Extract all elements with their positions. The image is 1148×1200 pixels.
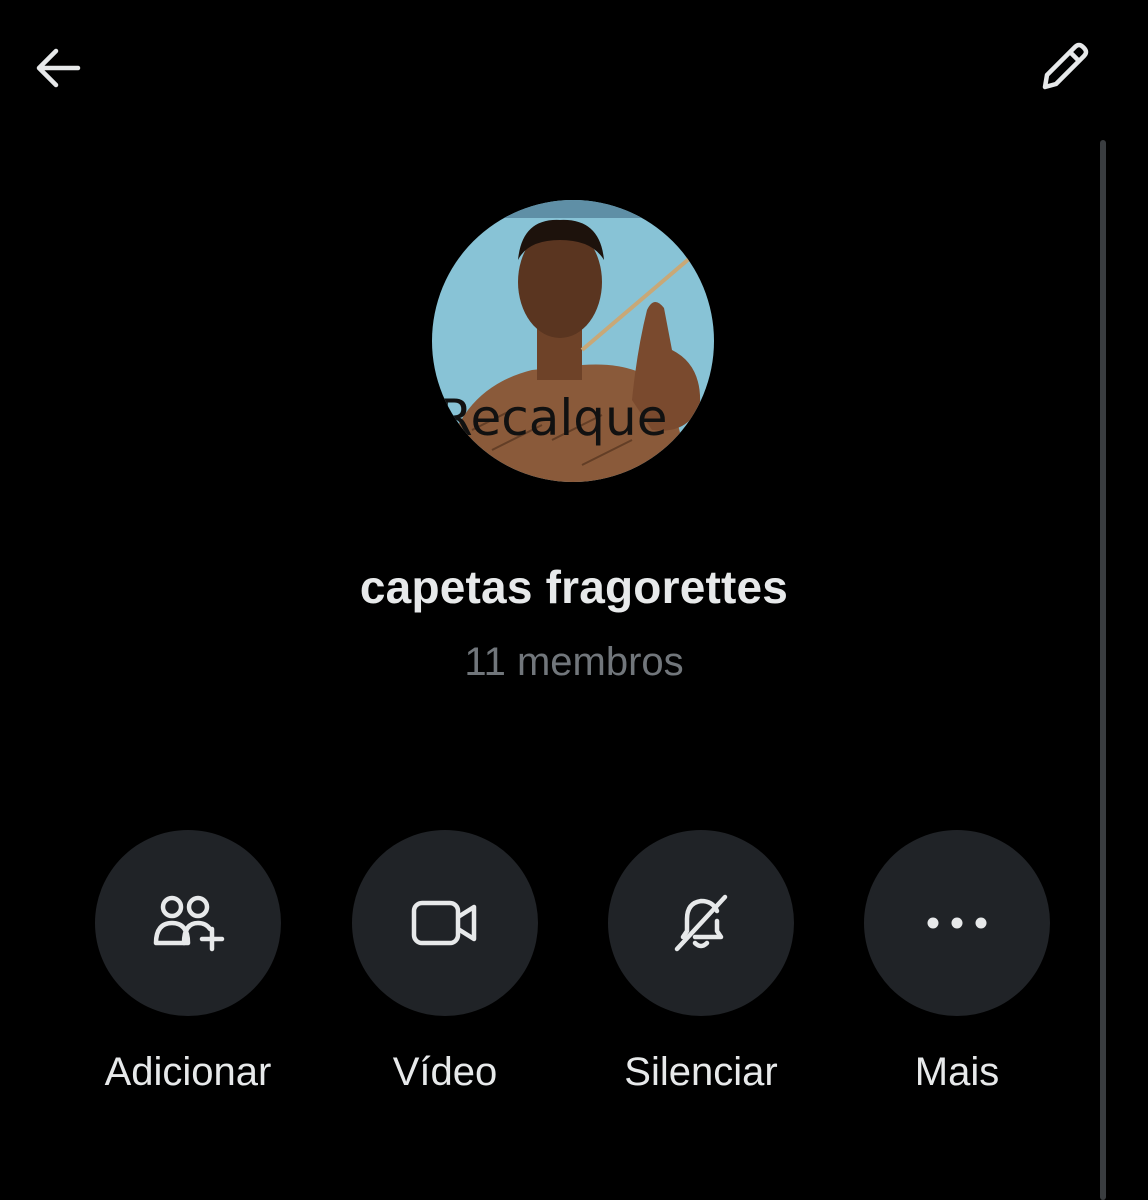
member-count[interactable]: 11 membros xyxy=(0,640,1148,685)
video-label: Vídeo xyxy=(392,1050,498,1094)
add-people-icon xyxy=(153,895,225,952)
mute-button[interactable] xyxy=(608,830,794,1016)
video-action[interactable]: Vídeo xyxy=(325,830,565,1095)
avatar-overlay-text: Recalque xyxy=(438,389,667,447)
more-dots-icon xyxy=(927,917,987,929)
mute-action[interactable]: Silenciar xyxy=(581,830,821,1095)
group-avatar[interactable]: Recalque xyxy=(432,200,714,482)
avatar-photo: Recalque xyxy=(432,200,714,482)
add-member-label: Adicionar xyxy=(104,1050,272,1094)
add-member-action[interactable]: Adicionar xyxy=(68,830,308,1095)
video-camera-icon xyxy=(411,900,477,946)
bell-muted-icon xyxy=(674,894,728,952)
group-name: capetas fragorettes xyxy=(359,561,789,613)
add-member-button[interactable] xyxy=(95,830,281,1016)
pencil-icon xyxy=(1042,42,1089,90)
more-button[interactable] xyxy=(864,830,1050,1016)
more-label: Mais xyxy=(914,1050,1000,1094)
back-button[interactable] xyxy=(22,32,94,104)
mute-label: Silenciar xyxy=(624,1050,778,1094)
more-action[interactable]: Mais xyxy=(837,830,1077,1095)
arrow-left-icon xyxy=(36,48,81,88)
video-button[interactable] xyxy=(352,830,538,1016)
edit-button[interactable] xyxy=(1028,30,1100,102)
